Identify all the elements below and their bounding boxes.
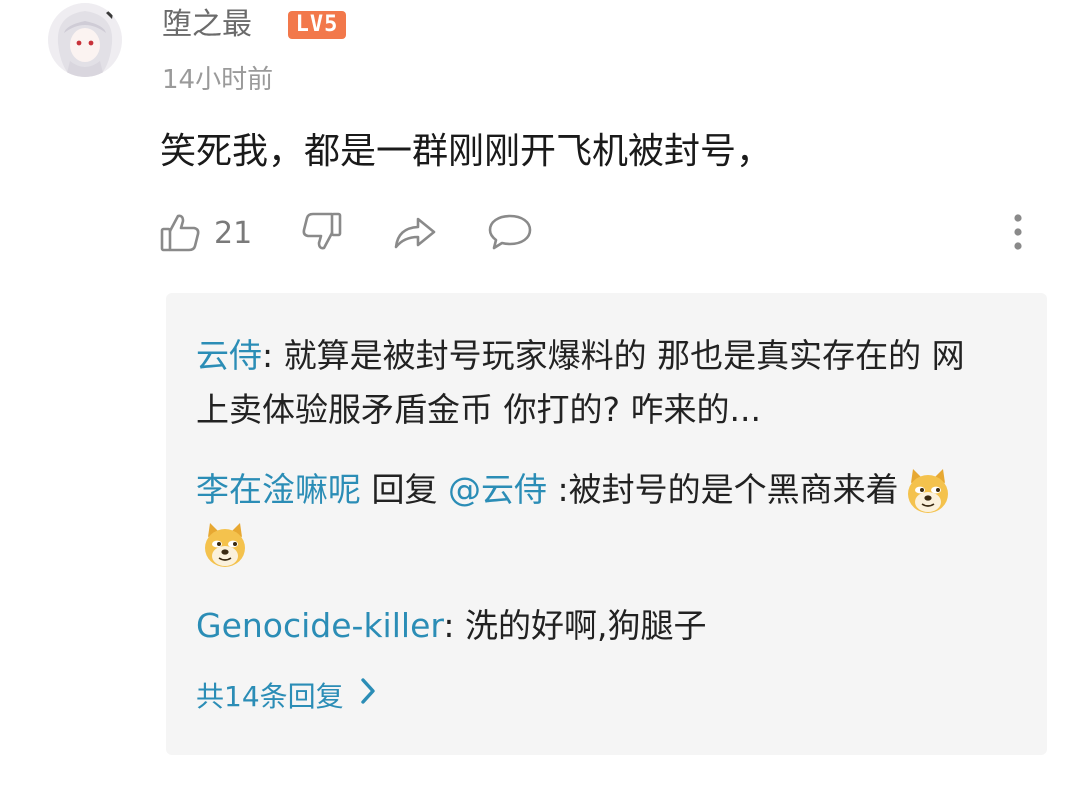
doge-emoji-icon <box>903 467 953 517</box>
doge-emoji-icon <box>200 521 250 571</box>
reply-item[interactable]: 李在淦嘛呢 回复 @云侍 :被封号的是个黑商来着 <box>196 463 996 571</box>
username[interactable]: 堕之最 <box>162 4 252 46</box>
reply-author[interactable]: 云侍 <box>196 336 262 375</box>
thumbs-up-icon <box>158 210 202 258</box>
more-options-button[interactable] <box>1000 210 1036 258</box>
comment-icon <box>486 210 534 258</box>
level-badge: LV5 <box>288 11 346 39</box>
dislike-button[interactable] <box>300 210 344 258</box>
reply-item[interactable]: Genocide-killer: 洗的好啊,狗腿子 <box>196 599 996 653</box>
reply-text: 洗的好啊,狗腿子 <box>464 606 707 645</box>
reply-mention[interactable]: @云侍 <box>448 470 547 509</box>
reply-text: 就算是被封号玩家爆料的 那也是真实存在的 网上卖体验服矛盾金币 你打的? 咋来的… <box>196 336 965 429</box>
more-vertical-icon <box>1000 210 1036 258</box>
view-all-replies-link[interactable]: 共14条回复 <box>196 673 378 721</box>
thumbs-down-icon <box>300 210 344 258</box>
chevron-right-icon <box>358 673 378 721</box>
replies-panel[interactable]: 云侍: 就算是被封号玩家爆料的 那也是真实存在的 网上卖体验服矛盾金币 你打的?… <box>166 293 1047 755</box>
reply-text: :被封号的是个黑商来着 <box>546 470 899 509</box>
like-button[interactable]: 21 <box>158 210 252 258</box>
comment-card: 堕之最 LV5 14小时前 笑死我，都是一群刚刚开飞机被封号， 21 云侍: 就… <box>0 0 1080 791</box>
share-button[interactable] <box>392 210 438 258</box>
avatar[interactable] <box>48 3 122 77</box>
reply-item[interactable]: 云侍: 就算是被封号玩家爆料的 那也是真实存在的 网上卖体验服矛盾金币 你打的?… <box>196 329 996 439</box>
more-replies-label: 共14条回复 <box>196 680 344 713</box>
timestamp: 14小时前 <box>162 65 274 95</box>
reply-separator: : <box>443 606 465 645</box>
reply-author[interactable]: 李在淦嘛呢 <box>196 470 361 509</box>
reply-author[interactable]: Genocide-killer <box>196 606 443 645</box>
reply-word: 回复 <box>361 470 448 509</box>
share-icon <box>392 210 438 258</box>
comment-text: 笑死我，都是一群刚刚开飞机被封号， <box>160 131 773 172</box>
reply-button[interactable] <box>486 210 534 258</box>
reply-separator: : <box>262 336 284 375</box>
like-count: 21 <box>214 216 253 251</box>
